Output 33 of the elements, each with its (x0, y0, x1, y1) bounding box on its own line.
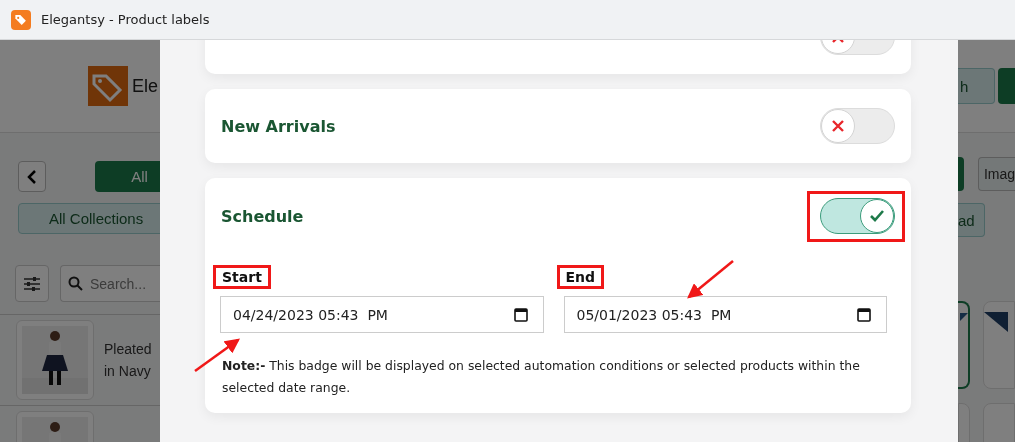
date-label: End (565, 269, 596, 285)
logo-icon (88, 66, 128, 106)
sliders-icon (24, 276, 40, 291)
image-button[interactable]: Imag (977, 157, 1015, 191)
date-field[interactable]: 05/01/2023 05:43 PM (563, 296, 887, 333)
tag-button[interactable]: ad (958, 203, 985, 237)
search-icon (68, 276, 83, 291)
annotation-arrow (687, 260, 734, 299)
app-icon (11, 9, 31, 30)
toggle-switch[interactable] (820, 198, 895, 234)
filter-button[interactable] (15, 265, 49, 302)
search-field[interactable]: Search... (60, 265, 160, 302)
close-icon (832, 120, 844, 132)
brand-name: Ele (132, 75, 158, 97)
check-icon (869, 209, 885, 223)
calendar-icon (857, 307, 871, 322)
setting-label: New Arrivals (221, 116, 336, 136)
setting-label: Schedule (221, 206, 304, 226)
product-card[interactable] (958, 301, 971, 389)
date-field[interactable]: 04/24/2023 05:43 PM (220, 296, 544, 333)
search-button[interactable]: h (958, 68, 995, 104)
chevron-left-icon (27, 169, 38, 184)
all-button[interactable]: All (95, 161, 160, 192)
back-button[interactable] (18, 161, 47, 192)
product-name: in Navy (104, 362, 152, 381)
collection-tab[interactable]: All Collections (18, 203, 160, 234)
note-text: Note:- This badge will be displayed on selected automation conditions or selected products within the selected date range. (221, 357, 861, 397)
corner-icon (960, 313, 969, 321)
corner-icon (984, 312, 1009, 332)
date-label: Start (222, 269, 262, 285)
calendar-icon (513, 307, 528, 322)
window-title: Elegantsy - Product labels (41, 12, 210, 27)
product-name: Pleated (104, 340, 152, 359)
